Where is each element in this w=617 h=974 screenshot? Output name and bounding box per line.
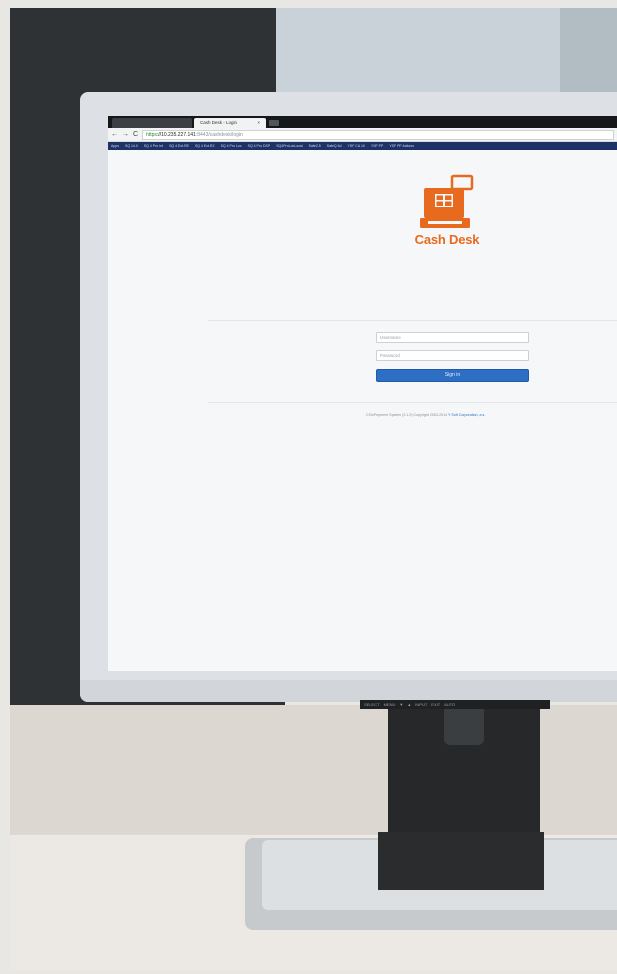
reload-icon[interactable]: C [133,130,138,140]
bookmark-item[interactable]: SQ 4 Ext.RZ [195,144,215,148]
bookmark-item[interactable]: SQ 4 Pro DSP [248,144,271,148]
monitor-osd-buttons: SELECT MENU ▼ ▲ INPUT EXIT AUTO [360,700,550,709]
osd-label: AUTO [444,702,456,707]
url-path: :8443/cashdesk/login [195,131,243,138]
osd-label: SELECT [364,702,380,707]
osd-label: INPUT [415,702,428,707]
bookmark-item[interactable]: YSF CA 10 [348,144,365,148]
brand-title: Cash Desk [414,232,480,247]
cash-desk-logo: Cash Desk [410,174,484,264]
sign-in-button[interactable]: Sign in [376,369,529,382]
footer-copyright: CS/ePayment System (2.1.0) Copyright 200… [366,413,586,417]
osd-label: EXIT [431,702,441,707]
divider [208,320,617,321]
osd-label: ▲ [407,702,412,707]
monitor-stand-foot [378,832,544,890]
footer-company-link[interactable]: Y Soft Corporation, a.s. [448,413,485,417]
browser-tab-bar: Cash Desk - Login × [108,116,617,128]
login-page: Cash Desk Username Password Sign in CS/e… [108,150,617,670]
divider [208,402,617,403]
url-host: 10.235.227.141 [161,131,196,138]
bookmark-item[interactable]: SQ 4 Pro Int [144,144,163,148]
footer-text: CS/ePayment System (2.1.0) Copyright 200… [366,413,449,417]
close-icon[interactable]: × [257,118,260,128]
url-input[interactable]: https://10.235.227.141:8443/cashdesk/log… [142,129,614,140]
password-field[interactable]: Password [376,350,529,361]
bookmark-item[interactable]: SQ 4 Ext.RE [169,144,189,148]
bookmark-item[interactable]: SQ 4 Pro Loc [221,144,242,148]
browser-tab-inactive[interactable] [112,118,192,128]
bookmark-item[interactable]: SQ4ProLocLocal [276,144,302,148]
monitor-bezel-bottom [80,680,617,702]
bookmark-item[interactable]: Safe2.5 [309,144,321,148]
bookmark-item[interactable]: YSF PP [371,144,383,148]
bookmark-item[interactable]: SQ 14.0 [125,144,138,148]
back-arrow-icon[interactable]: ← [111,130,118,140]
bookmark-apps[interactable]: Apps [111,144,119,148]
bookmarks-bar: Apps SQ 14.0 SQ 4 Pro Int SQ 4 Ext.RE SQ… [108,142,617,150]
url-protocol: https [146,131,157,138]
monitor-stand-hinge [444,705,484,745]
bookmark-item[interactable]: SafeQ 6d [327,144,342,148]
forward-arrow-icon[interactable]: → [122,130,129,140]
osd-label: MENU [383,702,396,707]
bookmark-item[interactable]: YSF PP Actions [389,144,414,148]
monitor-screen: Cash Desk - Login × ← → C https://10.235… [108,116,617,671]
browser-tab-active[interactable]: Cash Desk - Login × [194,118,266,128]
new-tab-button[interactable] [269,120,279,126]
username-field[interactable]: Username [376,332,529,343]
address-bar: ← → C https://10.235.227.141:8443/cashde… [108,128,617,142]
osd-label: ▼ [399,702,404,707]
tab-label: Cash Desk - Login [200,120,238,125]
cash-register-icon [420,174,474,228]
